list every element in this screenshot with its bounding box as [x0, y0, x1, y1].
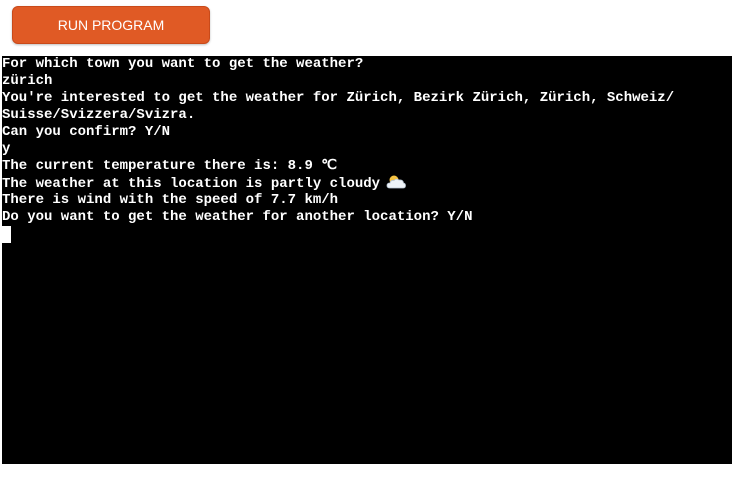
- terminal-line-confirm-prompt: Can you confirm? Y/N: [2, 124, 171, 140]
- terminal-lines: For which town you want to get the weath…: [2, 56, 732, 226]
- terminal-line-location-2: Suisse/Svizzera/Svizra.: [2, 107, 196, 123]
- conditions-text: The weather at this location is partly c…: [2, 176, 381, 192]
- terminal-line-input-town: zürich: [2, 73, 53, 89]
- terminal-line-conditions: The weather at this location is partly c…: [2, 175, 732, 192]
- terminal-line-another-prompt: Do you want to get the weather for anoth…: [2, 209, 473, 225]
- terminal-cursor: [2, 226, 11, 243]
- terminal-line-prompt-town: For which town you want to get the weath…: [2, 56, 364, 72]
- terminal-line-temperature: The current temperature there is: 8.9 ℃: [2, 158, 337, 174]
- terminal-line-confirm-input: y: [2, 141, 11, 157]
- partly-cloudy-icon: [386, 175, 406, 195]
- terminal-line-location-1: You're interested to get the weather for…: [2, 90, 675, 106]
- terminal-output[interactable]: For which town you want to get the weath…: [2, 56, 732, 464]
- run-program-button[interactable]: RUN PROGRAM: [12, 6, 210, 44]
- terminal-line-wind: There is wind with the speed of 7.7 km/h: [2, 192, 339, 208]
